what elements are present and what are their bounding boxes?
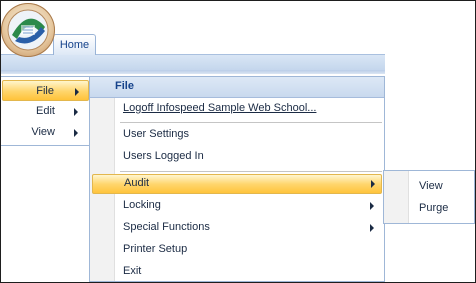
menu-item-logoff[interactable]: Logoff Infospeed Sample Web School... [90,99,384,119]
left-menu-item-label: View [31,126,55,138]
submenu-item-label: Purge [419,202,449,214]
tab-home[interactable]: Home [53,34,96,55]
left-menu-item-label: Edit [36,105,55,117]
menu-separator [120,171,382,172]
application-orb-icon[interactable] [1,3,55,57]
menu-item-users-logged-in[interactable]: Users Logged In [90,147,384,167]
submenu-item-view[interactable]: View [384,175,474,197]
audit-submenu: View Purge [383,170,475,224]
menu-item-audit[interactable]: Audit [92,174,382,194]
chevron-right-icon [74,108,78,116]
menu-item-label: Printer Setup [123,243,188,255]
menu-item-label: Special Functions [123,221,210,233]
menu-separator [120,122,382,123]
left-menu-item-file[interactable]: File [2,80,89,101]
menu-item-locking[interactable]: Locking [90,196,384,216]
menu-item-label: Logoff Infospeed Sample Web School... [123,102,317,114]
menu-item-user-settings[interactable]: User Settings [90,125,384,145]
ribbon-underline [1,70,385,74]
menu-item-exit[interactable]: Exit [90,262,384,282]
menu-item-label: User Settings [123,128,190,140]
chevron-right-icon [74,129,78,137]
ribbon-band [1,54,385,71]
file-dropdown-menu: File Logoff Infospeed Sample Web School.… [89,76,385,282]
menu-item-special-functions[interactable]: Special Functions [90,218,384,238]
menu-item-label: Audit [124,177,150,189]
left-menu: File Edit View [1,76,92,146]
menu-item-label: Users Logged In [123,150,204,162]
menu-item-printer-setup[interactable]: Printer Setup [90,240,384,260]
menu-item-label: Locking [123,199,161,211]
left-menu-item-edit[interactable]: Edit [2,101,89,122]
dropdown-header-label: File [115,80,134,92]
dropdown-header: File [90,77,384,98]
submenu-item-label: View [419,180,443,192]
chevron-right-icon [371,180,375,188]
chevron-right-icon [370,224,374,232]
submenu-item-purge[interactable]: Purge [384,197,474,219]
left-menu-item-view[interactable]: View [2,122,89,143]
chevron-right-icon [75,88,79,96]
left-menu-item-label: File [36,85,54,97]
chevron-right-icon [370,202,374,210]
menu-item-label: Exit [123,265,142,277]
